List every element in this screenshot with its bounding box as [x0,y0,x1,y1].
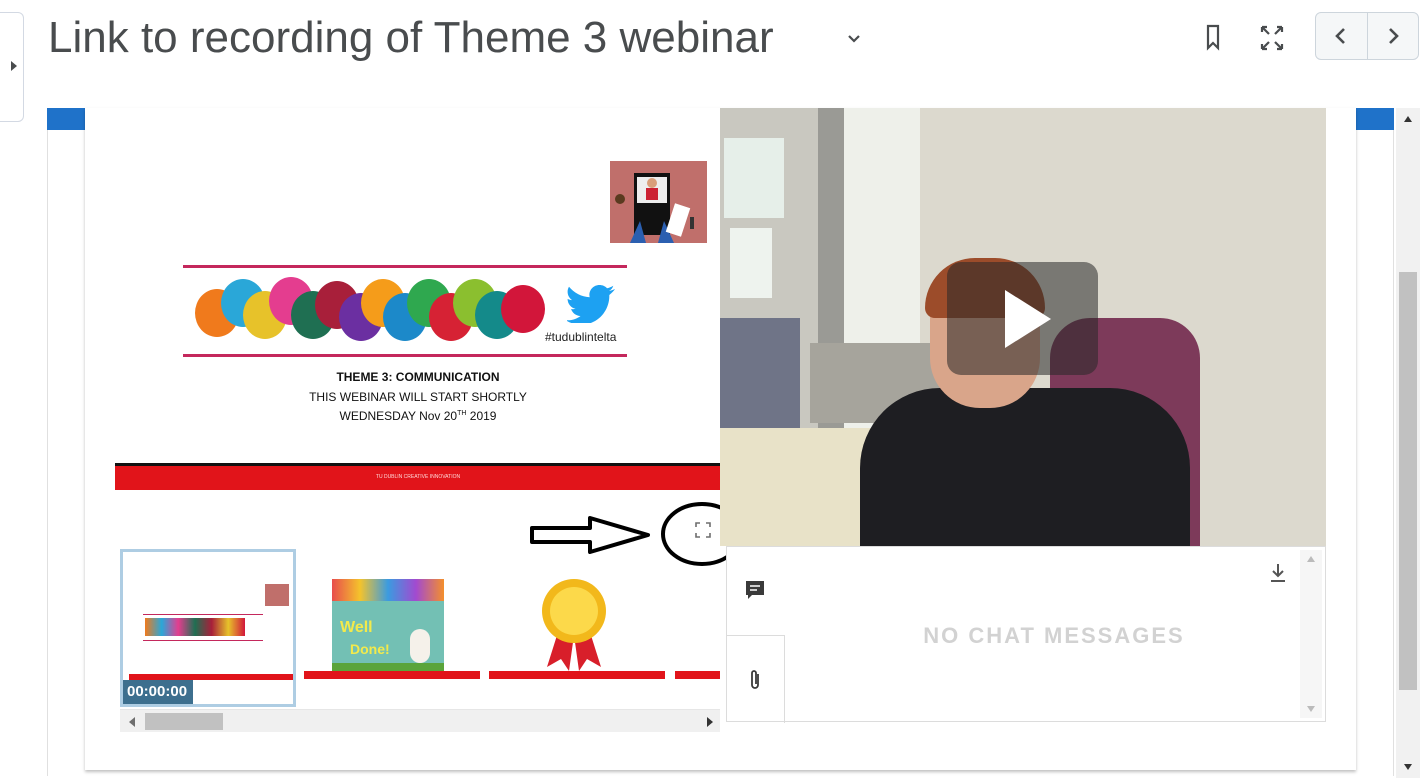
webcam-video[interactable] [720,108,1326,546]
chat-panel: NO CHAT MESSAGES [726,546,1326,723]
thumbnail-3[interactable] [489,549,665,707]
chevron-down-icon[interactable] [846,30,862,46]
chat-scrollbar[interactable] [1300,550,1322,718]
slide-footer-text: TU DUBLIN CREATIVE INNOVATION [375,474,461,480]
next-topic-button[interactable] [1366,13,1419,59]
frame-accent-left [47,108,85,130]
chat-empty-message: NO CHAT MESSAGES [923,623,1185,648]
scroll-left-icon[interactable] [128,717,136,727]
previous-topic-button[interactable] [1316,13,1367,59]
award-medal-icon [542,579,606,671]
chevron-left-icon [1335,28,1346,44]
thumbnail-4[interactable] [675,549,720,707]
presentation-slide: #tudublintelta THEME 3: COMMUNICATION TH… [115,108,721,490]
slide-theme-title: THEME 3: COMMUNICATION [336,370,500,384]
slide-thumbnail-strip: 00:00:00 Well Done! [120,549,720,709]
expand-icon[interactable] [1259,22,1285,52]
thumbnail-timestamp: 00:00:00 [123,680,193,704]
chat-scroll-up-icon[interactable] [1307,556,1315,562]
thumbnail-2[interactable]: Well Done! [304,549,480,707]
chat-scroll-down-icon[interactable] [1307,706,1315,712]
attachment-icon[interactable] [746,668,764,692]
thumbnail-2-image: Well Done! [332,579,444,671]
thumbnail-1[interactable]: 00:00:00 [120,549,296,707]
presenter-illustration [610,161,707,243]
bookmark-icon[interactable] [1200,22,1226,52]
scroll-right-icon[interactable] [706,717,714,727]
caret-right-icon [11,61,17,71]
slide-top-rule [183,265,627,268]
sidebar-toggle[interactable] [0,12,24,122]
heads-illustration [195,277,545,341]
thumbnail-4-bar [675,671,720,679]
topic-navigation [1315,12,1419,60]
download-icon[interactable] [1268,562,1288,584]
slide-subtitle: THIS WEBINAR WILL START SHORTLY [309,390,527,404]
slide-date: WEDNESDAY Nov 20TH 2019 [339,409,497,423]
thumbnail-2-bar [304,671,480,679]
slide-bottom-rule [183,354,627,357]
page-scroll-up-icon[interactable] [1404,116,1412,122]
page-scroll-down-icon[interactable] [1404,764,1412,770]
frame-accent-right [1356,108,1394,130]
chat-icon[interactable] [744,579,766,601]
thumbnail-3-bar [489,671,665,679]
thumbnail-scrollbar[interactable] [120,709,720,732]
play-icon [1005,290,1051,348]
page-title: Link to recording of Theme 3 webinar [48,13,774,62]
twitter-bird-icon [567,285,615,323]
app-window: Link to recording of Theme 3 webinar #tu… [0,0,1426,779]
page-scrollbar-thumb[interactable] [1399,272,1417,690]
slide-hashtag: #tudublintelta [545,330,617,344]
thumbnail-1-image [125,554,293,680]
thumbnail-scrollbar-thumb[interactable] [145,713,223,730]
play-button[interactable] [947,262,1098,375]
chevron-right-icon [1388,28,1399,44]
slide-footer-bar: TU DUBLIN CREATIVE INNOVATION [115,463,721,490]
